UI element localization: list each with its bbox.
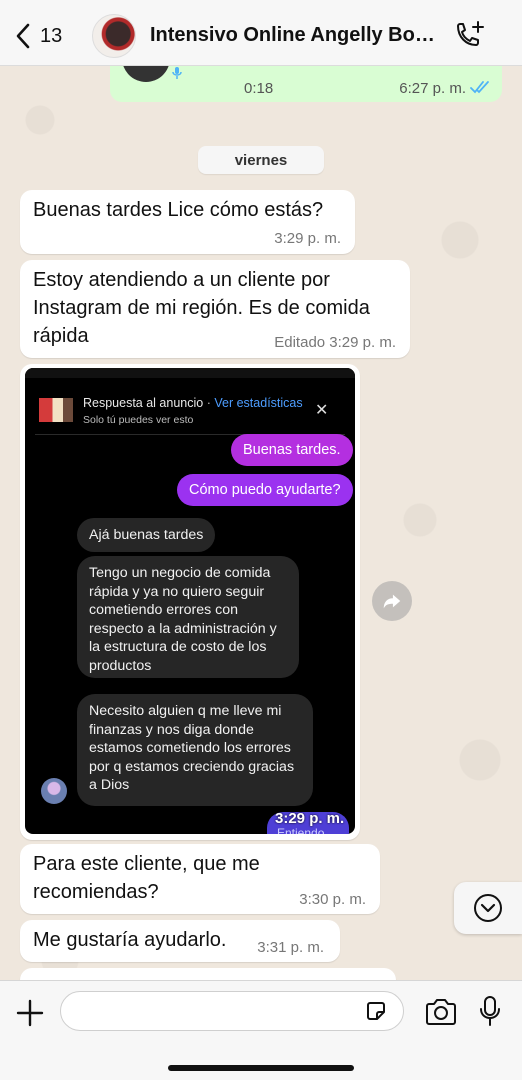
message-text: Buenas tardes Lice cómo estás?	[33, 199, 324, 221]
voice-message-button[interactable]	[478, 995, 502, 1027]
read-ticks-icon	[470, 81, 489, 94]
message-text: Me gustaría ayudarlo.	[33, 929, 227, 951]
incoming-message[interactable]: Me gustaría ayudarlo. 3:31 p. m.	[20, 920, 340, 962]
ig-incoming-message: Ajá buenas tardes	[77, 518, 216, 552]
forward-icon	[383, 594, 401, 609]
message-time: 3:30 p. m.	[299, 891, 366, 908]
incoming-image-message[interactable]: Respuesta al anuncio · Ver estadísticas …	[20, 364, 360, 840]
only-you-note: Solo tú puedes ver esto	[83, 414, 194, 426]
ig-incoming-message: Tengo un negocio de comida rápida y ya n…	[77, 556, 299, 678]
incoming-message[interactable]: Estoy atendiendo a un cliente por Instag…	[20, 260, 410, 358]
ig-incoming-message: Necesito alguien q me lleve mi finanzas …	[77, 694, 313, 806]
scroll-to-bottom-button[interactable]	[454, 882, 522, 934]
plus-icon	[16, 999, 44, 1027]
camera-button[interactable]	[424, 997, 458, 1027]
chevron-down-icon	[474, 894, 502, 922]
add-call-icon	[457, 21, 484, 46]
back-button[interactable]: 13	[14, 20, 74, 52]
message-input[interactable]	[60, 991, 404, 1031]
ig-outgoing-message: Buenas tardes.	[231, 434, 353, 466]
incoming-message[interactable]: Buenas tardes Lice cómo estás? 3:29 p. m…	[20, 190, 355, 254]
ad-label-text: Respuesta al anuncio	[83, 396, 204, 410]
add-call-button[interactable]	[452, 20, 486, 52]
sticker-button[interactable]	[364, 999, 388, 1023]
attach-button[interactable]	[14, 997, 46, 1029]
audio-duration: 0:18	[244, 80, 274, 97]
cropped-header-strip	[25, 368, 355, 378]
sticker-icon	[367, 1002, 385, 1020]
home-indicator	[168, 1065, 354, 1071]
ig-outgoing-message: Cómo puedo ayudarte?	[177, 474, 353, 506]
contact-avatar[interactable]	[92, 14, 136, 58]
close-icon: ✕	[315, 402, 329, 419]
forward-button[interactable]	[372, 581, 412, 621]
unread-count: 13	[40, 24, 63, 47]
camera-icon	[426, 999, 456, 1025]
message-composer	[0, 980, 522, 1080]
ad-reply-label: Respuesta al anuncio · Ver estadísticas	[83, 396, 303, 410]
chevron-left-icon	[16, 23, 30, 49]
ad-thumbnail	[39, 398, 73, 422]
view-stats-link: Ver estadísticas	[214, 396, 303, 410]
chat-title[interactable]: Intensivo Online Angelly Bos...	[150, 24, 442, 47]
message-time: 6:27 p. m.	[399, 80, 466, 97]
date-separator: viernes	[198, 146, 324, 174]
message-text: Para este cliente, que me recomiendas?	[33, 853, 260, 903]
chat-header: 13 Intensivo Online Angelly Bos...	[0, 0, 522, 66]
message-time: 3:29 p. m.	[274, 230, 341, 247]
ig-partial-text: Entiendo	[277, 826, 325, 834]
microphone-icon	[480, 996, 500, 1026]
message-time: Editado 3:29 p. m.	[274, 334, 396, 351]
instagram-screenshot[interactable]: Respuesta al anuncio · Ver estadísticas …	[25, 368, 355, 834]
outgoing-audio-message[interactable]: 0:18 6:27 p. m.	[110, 56, 502, 102]
microphone-icon	[172, 67, 182, 79]
message-time: 3:29 p. m.	[275, 810, 345, 827]
ad-label-separator: ·	[206, 396, 211, 410]
message-time: 3:31 p. m.	[257, 939, 324, 956]
incoming-message[interactable]: Para este cliente, que me recomiendas? 3…	[20, 844, 380, 914]
ig-sender-avatar	[41, 778, 67, 804]
